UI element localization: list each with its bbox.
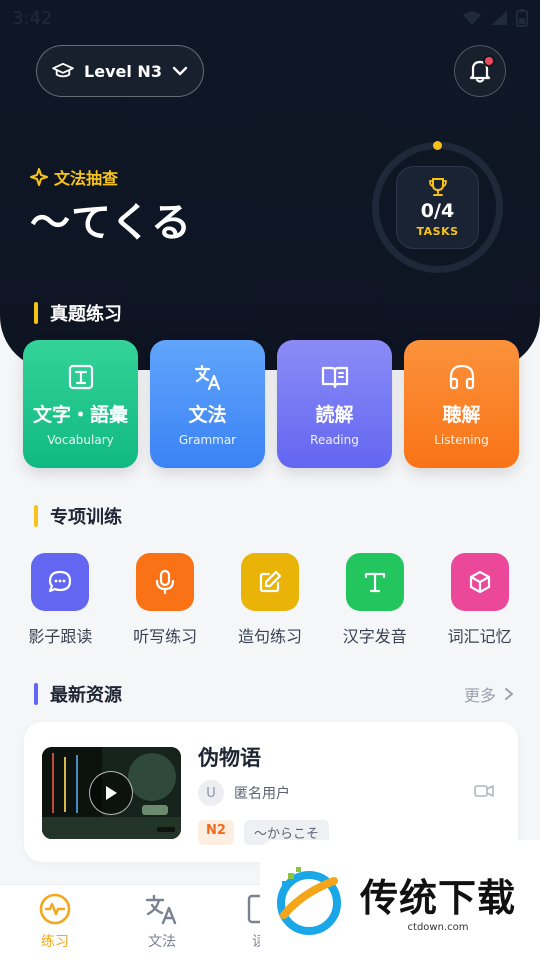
grammar-point[interactable]: 〜てくる	[30, 190, 192, 248]
training-icon-box	[450, 553, 509, 611]
chevron-right-icon	[505, 688, 513, 700]
play-button[interactable]	[89, 771, 133, 815]
section-accent-bar	[34, 683, 38, 705]
progress-ring-indicator	[433, 141, 442, 150]
headphones-icon	[449, 364, 474, 389]
section-accent-bar	[34, 505, 38, 527]
battery-icon	[516, 9, 528, 27]
avatar: U	[198, 780, 224, 806]
trophy-icon	[428, 178, 447, 196]
tasks-box: 0/4 TASKS	[396, 166, 479, 249]
card-title: 読解	[315, 403, 354, 426]
tasks-label: TASKS	[416, 225, 459, 238]
watermark-logo-icon	[277, 867, 341, 935]
level-label: Level N3	[84, 61, 162, 81]
card-subtitle: Grammar	[178, 432, 237, 447]
hero-header: 3:42 Level N3 文法抽查 〜てくる 0/4 TASKS 真题练习	[0, 0, 540, 370]
practice-cards: 文字・語彙 Vocabulary 文法 Grammar 読解 Reading 聴…	[23, 340, 519, 468]
watermark: 传统下载 ctdown.com	[260, 840, 540, 960]
training-icon-box	[240, 553, 299, 611]
author-name: 匿名用户	[234, 786, 290, 802]
training-section-title: 专项训练	[34, 503, 122, 529]
training-items: 影子跟读 听写练习 造句练习 汉字发音 词汇记忆	[0, 553, 540, 647]
watermark-brand: 传统下载	[360, 876, 517, 920]
status-time: 3:42	[12, 7, 53, 29]
card-title: 文法	[188, 403, 227, 426]
section-accent-bar	[34, 302, 38, 324]
video-thumbnail[interactable]	[42, 747, 181, 839]
notification-badge	[483, 55, 495, 67]
wifi-icon	[463, 11, 481, 25]
text-box-icon	[68, 364, 93, 389]
sparkle-icon	[30, 168, 48, 186]
training-label: 词汇记忆	[447, 627, 512, 646]
nav-item-practice[interactable]: 练习	[10, 893, 100, 951]
more-link[interactable]: 更多	[464, 682, 514, 706]
watermark-domain: ctdown.com	[407, 922, 469, 933]
edit-icon	[259, 570, 282, 593]
tasks-count: 0/4	[420, 200, 455, 222]
card-subtitle: Listening	[434, 432, 489, 447]
nav-label: 练习	[41, 934, 69, 950]
training-label: 听写练习	[133, 627, 198, 646]
status-bar: 3:42	[12, 6, 528, 30]
training-icon-box	[345, 553, 404, 611]
card-subtitle: Vocabulary	[47, 432, 114, 447]
training-vocab[interactable]: 词汇记忆	[432, 553, 528, 647]
card-title: 文字・語彙	[32, 403, 128, 426]
training-label: 造句练习	[237, 627, 302, 646]
notification-button[interactable]	[454, 45, 506, 97]
status-icons	[462, 9, 528, 27]
card-listening[interactable]: 聴解 Listening	[404, 340, 519, 468]
book-open-icon	[321, 366, 348, 388]
card-title: 聴解	[442, 403, 481, 426]
training-sentence[interactable]: 造句练习	[222, 553, 318, 647]
training-label: 影子跟读	[28, 627, 93, 646]
task-progress-ring[interactable]: 0/4 TASKS	[370, 140, 505, 275]
practice-section-title: 真题练习	[34, 300, 122, 326]
card-subtitle: Reading	[310, 432, 359, 447]
nav-item-grammar[interactable]: 文法	[117, 893, 207, 951]
resources-section-title: 最新资源	[34, 681, 122, 707]
activity-icon	[39, 893, 71, 925]
level-tag: N2	[198, 820, 234, 845]
training-label: 汉字发音	[342, 627, 407, 646]
training-icon-box	[136, 553, 195, 611]
nav-label: 文法	[148, 934, 176, 950]
daily-grammar-label: 文法抽查	[30, 165, 118, 189]
card-reading[interactable]: 読解 Reading	[277, 340, 392, 468]
graduation-cap-icon	[52, 62, 74, 78]
microphone-icon	[156, 569, 175, 595]
translate-icon	[145, 894, 177, 925]
watermark-text: 传统下载 ctdown.com	[360, 867, 516, 933]
video-icon	[474, 785, 494, 797]
card-vocabulary[interactable]: 文字・語彙 Vocabulary	[23, 340, 138, 468]
training-kanji[interactable]: 汉字发音	[327, 553, 423, 647]
card-grammar[interactable]: 文法 Grammar	[150, 340, 265, 468]
resource-title: 伪物语	[198, 746, 261, 770]
play-icon	[106, 786, 117, 800]
chat-bubble-icon	[49, 570, 72, 593]
training-icon-box	[31, 553, 90, 611]
level-selector[interactable]: Level N3	[36, 45, 204, 97]
training-shadowing[interactable]: 影子跟读	[12, 553, 108, 647]
translate-icon	[194, 364, 220, 390]
training-dictation[interactable]: 听写练习	[117, 553, 213, 647]
signal-icon	[491, 11, 507, 25]
letter-t-icon	[364, 572, 385, 593]
chevron-down-icon	[172, 66, 188, 76]
cube-icon	[469, 570, 490, 594]
resource-author: U 匿名用户	[198, 780, 290, 806]
